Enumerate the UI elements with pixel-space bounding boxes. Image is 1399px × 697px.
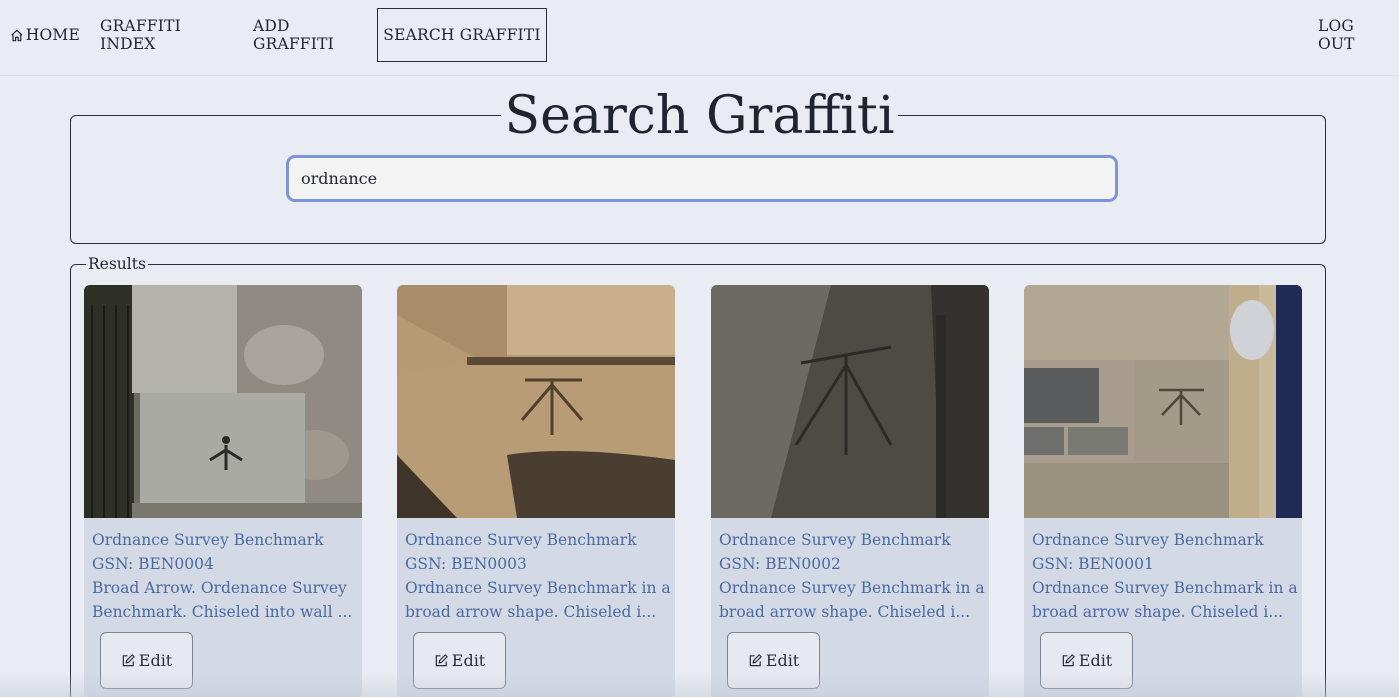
card-title[interactable]: Ordnance Survey Benchmark	[1032, 528, 1298, 552]
card-gsn: GSN: BEN0003	[405, 555, 527, 573]
edit-square-icon	[122, 654, 135, 667]
card-description-line: Ordnance Survey Benchmark in a	[719, 579, 985, 597]
edit-square-icon	[749, 654, 762, 667]
nav-add-graffiti-label: ADD GRAFFITI	[253, 17, 334, 53]
edit-button-label: Edit	[138, 651, 173, 670]
card-gsn: GSN: BEN0001	[1032, 555, 1154, 573]
card-title[interactable]: Ordnance Survey Benchmark	[92, 528, 358, 552]
card-gsn: GSN: BEN0004	[92, 555, 214, 573]
card-details: Ordnance Survey Benchmark GSN: BEN0004 B…	[92, 528, 358, 624]
nav-search-graffiti-link[interactable]: SEARCH GRAFFITI	[377, 8, 547, 62]
nav-home-label: HOME	[25, 26, 80, 44]
card-description-line: broad arrow shape. Chiseled i...	[719, 603, 971, 621]
page-title: Search Graffiti	[0, 84, 1399, 148]
page-title-text: Search Graffiti	[500, 86, 899, 146]
edit-button-label: Edit	[451, 651, 486, 670]
card-description-line: Ordnance Survey Benchmark in a	[405, 579, 671, 597]
graffiti-photo[interactable]	[84, 285, 362, 518]
nav-graffiti-index-link[interactable]: GRAFFITI INDEX	[100, 8, 230, 62]
nav-search-graffiti-label: SEARCH GRAFFITI	[383, 26, 541, 44]
edit-square-icon	[1062, 654, 1075, 667]
graffiti-photo[interactable]	[1024, 285, 1302, 518]
card-details: Ordnance Survey Benchmark GSN: BEN0002 O…	[719, 528, 985, 624]
result-card[interactable]: Ordnance Survey Benchmark GSN: BEN0001 O…	[1024, 285, 1302, 697]
top-navbar: HOME GRAFFITI INDEX ADD GRAFFITI SEARCH …	[0, 0, 1399, 76]
graffiti-photo[interactable]	[397, 285, 675, 518]
card-title[interactable]: Ordnance Survey Benchmark	[719, 528, 985, 552]
search-input[interactable]	[286, 155, 1118, 202]
card-gsn: GSN: BEN0002	[719, 555, 841, 573]
nav-logout-label: LOG OUT	[1318, 17, 1355, 53]
card-description-line: Broad Arrow. Ordenance Survey	[92, 579, 347, 597]
card-title[interactable]: Ordnance Survey Benchmark	[405, 528, 671, 552]
edit-button-label: Edit	[1078, 651, 1113, 670]
home-icon	[11, 29, 23, 41]
edit-square-icon	[435, 654, 448, 667]
nav-add-graffiti-link[interactable]: ADD GRAFFITI	[253, 8, 366, 62]
card-description-line: Ordnance Survey Benchmark in a	[1032, 579, 1298, 597]
card-description-line: broad arrow shape. Chiseled i...	[1032, 603, 1284, 621]
card-details: Ordnance Survey Benchmark GSN: BEN0001 O…	[1032, 528, 1298, 624]
card-details: Ordnance Survey Benchmark GSN: BEN0003 O…	[405, 528, 671, 624]
nav-graffiti-index-label: GRAFFITI INDEX	[100, 17, 181, 53]
edit-button-label: Edit	[765, 651, 800, 670]
results-legend: Results	[86, 255, 148, 273]
result-card[interactable]: Ordnance Survey Benchmark GSN: BEN0002 O…	[711, 285, 989, 697]
graffiti-photo[interactable]	[711, 285, 989, 518]
bottom-scroll-shadow	[0, 672, 1399, 697]
card-description-line: broad arrow shape. Chiseled i...	[405, 603, 657, 621]
card-description-line: Benchmark. Chiseled into wall ...	[92, 603, 353, 621]
nav-logout-link[interactable]: LOG OUT	[1318, 8, 1388, 62]
result-card[interactable]: Ordnance Survey Benchmark GSN: BEN0004 B…	[84, 285, 362, 697]
result-card[interactable]: Ordnance Survey Benchmark GSN: BEN0003 O…	[397, 285, 675, 697]
nav-home-link[interactable]: HOME	[10, 8, 80, 62]
